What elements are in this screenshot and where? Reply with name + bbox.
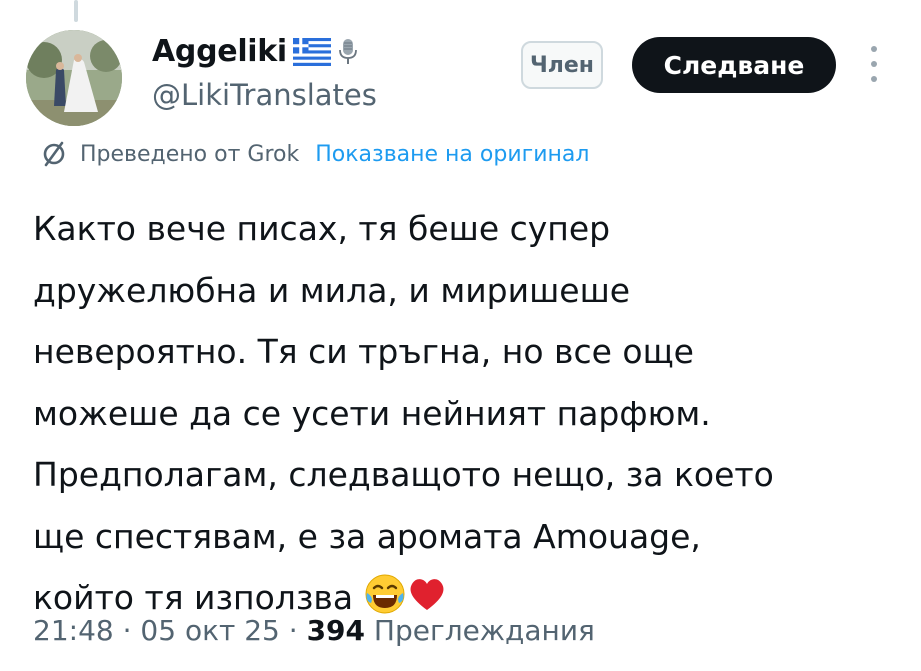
tweet-date[interactable]: 05 окт 25	[140, 614, 279, 647]
show-original-link[interactable]: Показване на оригинал	[315, 142, 589, 167]
translation-row: Преведено от Grok Показване на оригинал	[40, 140, 589, 168]
meta-separator: ·	[122, 614, 132, 647]
tweet-meta: 21:48 · 05 окт 25 · 394 Преглеждания	[33, 614, 595, 647]
meta-separator: ·	[288, 614, 298, 647]
avatar-photo	[26, 30, 122, 126]
tweet-text: Както вече писах, тя беше супер дружелюб…	[33, 198, 903, 629]
tweet-time[interactable]: 21:48	[33, 614, 114, 647]
laughing-tears-emoji	[365, 574, 405, 614]
greece-flag-icon	[292, 37, 331, 66]
views-count[interactable]: 394	[307, 614, 365, 647]
avatar[interactable]	[26, 30, 122, 126]
thread-connector-line	[74, 0, 78, 22]
follow-button[interactable]: Следване	[632, 37, 836, 93]
tweet-text-content: Както вече писах, тя беше супер дружелюб…	[33, 209, 774, 617]
author-display-name[interactable]: Aggeliki	[152, 34, 287, 69]
red-heart-emoji	[410, 579, 444, 610]
author-name-row: Aggeliki	[152, 34, 359, 69]
author-handle[interactable]: @LikiTranslates	[152, 78, 377, 112]
more-vertical-icon[interactable]	[864, 46, 884, 82]
views-label: Преглеждания	[373, 614, 595, 647]
translated-by-label: Преведено от Grok	[80, 141, 300, 167]
microphone-icon	[339, 38, 357, 64]
member-badge[interactable]: Член	[521, 41, 603, 89]
grok-icon	[43, 141, 65, 167]
